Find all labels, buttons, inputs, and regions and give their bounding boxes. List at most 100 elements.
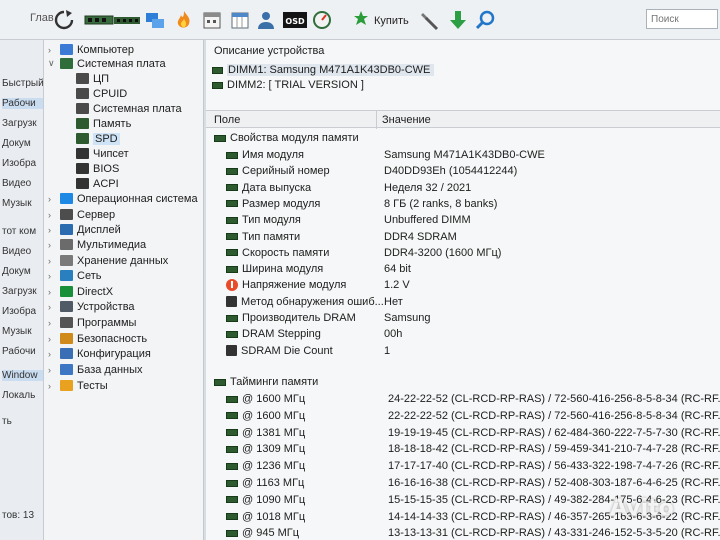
ram-stick-icon[interactable]: [112, 8, 142, 32]
user-icon[interactable]: [254, 8, 278, 32]
tree-item[interactable]: BIOS: [76, 161, 119, 176]
property-row[interactable]: Имя модуля Samsung M471A1K43DB0-CWE: [206, 148, 720, 164]
chevron-right-icon[interactable]: ›: [48, 45, 56, 55]
property-row[interactable]: Производитель DRAM Samsung: [206, 311, 720, 327]
tree-item[interactable]: Системная плата: [76, 101, 182, 116]
chevron-right-icon[interactable]: ›: [48, 210, 56, 220]
chevron-right-icon[interactable]: ›: [48, 302, 56, 312]
ram-icon: [226, 265, 238, 273]
chevron-right-icon[interactable]: ›: [48, 240, 56, 250]
osd-icon[interactable]: OSD: [282, 8, 308, 32]
property-row[interactable]: Тип памяти DDR4 SDRAM: [206, 230, 720, 246]
download-arrow-icon[interactable]: [446, 8, 470, 32]
buy-button[interactable]: Купить: [352, 10, 409, 31]
search-input[interactable]: [646, 9, 718, 29]
tree-item[interactable]: › Мультимедиа: [48, 237, 146, 252]
tree-item[interactable]: › Дисплей: [48, 222, 121, 237]
property-row[interactable]: Напряжение модуля 1.2 V: [206, 278, 720, 294]
buy-icon: [352, 10, 370, 31]
chevron-right-icon[interactable]: ›: [48, 287, 56, 297]
tree-item[interactable]: SPD: [76, 131, 120, 146]
gauge-icon[interactable]: [310, 8, 334, 32]
property-field-label: Дата выпуска: [242, 181, 312, 194]
tree-item[interactable]: CPUID: [76, 86, 127, 101]
server-icon: [60, 209, 73, 220]
chevron-right-icon[interactable]: ›: [48, 256, 56, 266]
tree-item[interactable]: › DirectX: [48, 284, 113, 299]
tree-item[interactable]: › Операционная система: [48, 191, 198, 206]
tree-item[interactable]: ЦП: [76, 71, 109, 86]
timing-row[interactable]: @ 1309 МГц 18-18-18-42 (CL-RCD-RP-RAS) / …: [206, 442, 720, 459]
property-row[interactable]: Размер модуля 8 ГБ (2 ranks, 8 banks): [206, 197, 720, 213]
chevron-right-icon[interactable]: ›: [48, 334, 56, 344]
network-icon[interactable]: [143, 8, 167, 32]
ram-icon: [226, 513, 238, 521]
tree-item[interactable]: › Компьютер: [48, 42, 134, 57]
chevron-down-icon[interactable]: ∨: [48, 58, 56, 69]
tree-item[interactable]: Чипсет: [76, 146, 129, 161]
property-row[interactable]: DRAM Stepping 00h: [206, 327, 720, 343]
tree-item[interactable]: ∨ Системная плата: [48, 56, 166, 71]
tree-item[interactable]: › Конфигурация: [48, 346, 151, 361]
tree-item-label: Безопасность: [77, 332, 148, 345]
column-header-value[interactable]: Значение: [382, 114, 431, 126]
ram-icon: [226, 233, 238, 240]
property-field: Напряжение модуля: [226, 279, 347, 292]
background-sidebar-item: Window: [2, 370, 43, 381]
property-value: Unbuffered DIMM: [384, 214, 471, 227]
tree-item-label: Память: [93, 117, 132, 130]
timing-row[interactable]: @ 1236 МГц 17-17-17-40 (CL-RCD-RP-RAS) / …: [206, 459, 720, 476]
search-icon[interactable]: [474, 8, 498, 32]
calendar-grid-icon[interactable]: [228, 8, 252, 32]
tools-icon[interactable]: [418, 8, 442, 32]
tree-item-label: Тесты: [77, 379, 108, 392]
tree-item[interactable]: Память: [76, 116, 131, 131]
column-divider[interactable]: [376, 111, 377, 129]
ram-icon: [226, 462, 238, 470]
tree-item-label: DirectX: [77, 285, 114, 298]
property-value: D40DD93Eh (1054412244): [384, 165, 518, 178]
chevron-right-icon[interactable]: ›: [48, 365, 56, 375]
tree-item[interactable]: › Безопасность: [48, 331, 147, 346]
property-value: DDR4 SDRAM: [384, 230, 457, 243]
flame-icon[interactable]: [172, 8, 196, 32]
device-item-dimm1[interactable]: DIMM1: Samsung M471A1K43DB0-CWE: [212, 64, 435, 76]
tree-item[interactable]: › Сервер: [48, 207, 115, 222]
chevron-right-icon[interactable]: ›: [48, 381, 56, 391]
chevron-right-icon[interactable]: ›: [48, 318, 56, 328]
property-row[interactable]: Скорость памяти DDR4-3200 (1600 МГц): [206, 246, 720, 262]
tree-item[interactable]: › Сеть: [48, 268, 101, 283]
property-row[interactable]: SDRAM Die Count 1: [206, 344, 720, 360]
property-row[interactable]: Ширина модуля 64 bit: [206, 262, 720, 278]
chevron-right-icon[interactable]: ›: [48, 271, 56, 281]
chevron-right-icon[interactable]: ›: [48, 225, 56, 235]
buy-label: Купить: [374, 14, 409, 27]
memory-module-icon[interactable]: [84, 8, 114, 32]
chevron-right-icon[interactable]: ›: [48, 349, 56, 359]
ram-icon: [226, 445, 238, 453]
toolbar: Глав OSD Купить: [0, 0, 720, 40]
refresh-icon[interactable]: [52, 8, 76, 32]
tree-item[interactable]: › Хранение данных: [48, 253, 168, 268]
calendar-icon[interactable]: [200, 8, 224, 32]
property-row[interactable]: Метод обнаружения ошиб... Нет: [206, 295, 720, 311]
chevron-right-icon[interactable]: ›: [48, 194, 56, 204]
property-row[interactable]: Дата выпуска Неделя 32 / 2021: [206, 181, 720, 197]
property-field-label: Напряжение модуля: [242, 279, 347, 292]
tree-item[interactable]: › Устройства: [48, 299, 135, 314]
background-sidebar-item: Музык: [2, 326, 32, 337]
device-item-dimm2[interactable]: DIMM2: [ TRIAL VERSION ]: [212, 79, 364, 91]
timing-row[interactable]: @ 1381 МГц 19-19-19-45 (CL-RCD-RP-RAS) / …: [206, 426, 720, 443]
timing-row[interactable]: @ 945 МГц 13-13-13-31 (CL-RCD-RP-RAS) / 4…: [206, 526, 720, 540]
tree-item[interactable]: ACPI: [76, 176, 119, 191]
timing-row[interactable]: @ 1600 МГц 24-22-22-52 (CL-RCD-RP-RAS) / …: [206, 392, 720, 409]
property-row[interactable]: Тип модуля Unbuffered DIMM: [206, 213, 720, 229]
column-header-field[interactable]: Поле: [214, 114, 240, 126]
timing-row[interactable]: @ 1163 МГц 16-16-16-38 (CL-RCD-RP-RAS) / …: [206, 476, 720, 493]
tree-item[interactable]: › Программы: [48, 315, 136, 330]
tree-item[interactable]: › База данных: [48, 362, 143, 377]
timing-row[interactable]: @ 1600 МГц 22-22-22-52 (CL-RCD-RP-RAS) / …: [206, 409, 720, 426]
property-value: Samsung: [384, 312, 431, 324]
property-row[interactable]: Серийный номер D40DD93Eh (1054412244): [206, 164, 720, 180]
tree-item[interactable]: › Тесты: [48, 378, 108, 393]
